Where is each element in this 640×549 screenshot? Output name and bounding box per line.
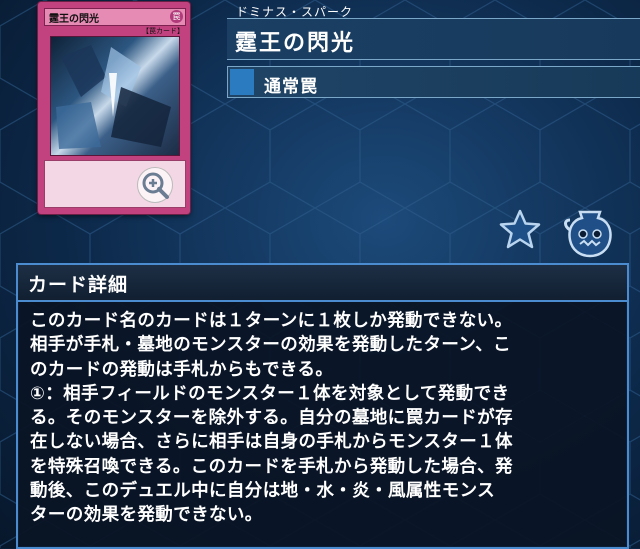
effect-line: 相手が手札・墓地のモンスターの効果を発動したターン、こ xyxy=(30,335,512,356)
card-title-bar: 霆王の閃光 xyxy=(227,18,640,60)
card-thumb-type: 【罠カード】 xyxy=(142,27,184,35)
card-detail-panel: カード詳細 このカード名のカードは１ターンに１枚しか発動できない。 相手が手札・… xyxy=(16,263,629,549)
card-thumb-name: 霆王の閃光 xyxy=(49,14,99,25)
card-title: 霆王の閃光 xyxy=(235,31,356,56)
card-detail-heading: カード詳細 xyxy=(28,274,129,296)
effect-line: ターの効果を発動できない。 xyxy=(30,505,263,526)
star-icon xyxy=(499,209,541,249)
card-type-label: 通常罠 xyxy=(264,77,318,97)
effect-line: を特殊召喚できる。このカードを手札から発動した場合、発 xyxy=(30,456,513,477)
deck-jar-icon xyxy=(564,210,612,258)
card-thumb-attribute: 罠 xyxy=(170,10,183,23)
card-thumbnail[interactable]: 霆王の閃光 罠 【罠カード】 xyxy=(38,2,190,214)
effect-line: このカード名のカードは１ターンに１枚しか発動できない。 xyxy=(30,311,513,331)
effect-line: る。そのモンスターを除外する。自分の墓地に罠カードが存 xyxy=(30,408,513,429)
card-type-bar: 通常罠 xyxy=(227,66,640,98)
card-textbox xyxy=(44,160,186,208)
card-artwork xyxy=(50,36,180,156)
effect-line: ①：相手フィールドのモンスター１体を対象として発動でき xyxy=(30,383,510,404)
card-detail-header: カード詳細 xyxy=(18,265,627,302)
effect-line: 動後、このデュエル中に自分は地・水・炎・風属性モンス xyxy=(30,481,496,502)
type-color-swatch xyxy=(230,69,254,95)
effect-line: 在しない場合、さらに相手は自身の手札からモンスター１体 xyxy=(30,432,513,453)
effect-line: のカードの発動は手札からもできる。 xyxy=(30,359,334,380)
card-thumb-namebar: 霆王の閃光 罠 xyxy=(44,8,186,26)
favorite-button[interactable] xyxy=(498,208,542,250)
deck-button[interactable] xyxy=(562,204,618,260)
card-effect-text: このカード名のカードは１ターンに１枚しか発動できない。 相手が手札・墓地のモンス… xyxy=(30,309,615,528)
zoom-in-icon[interactable] xyxy=(137,167,173,203)
